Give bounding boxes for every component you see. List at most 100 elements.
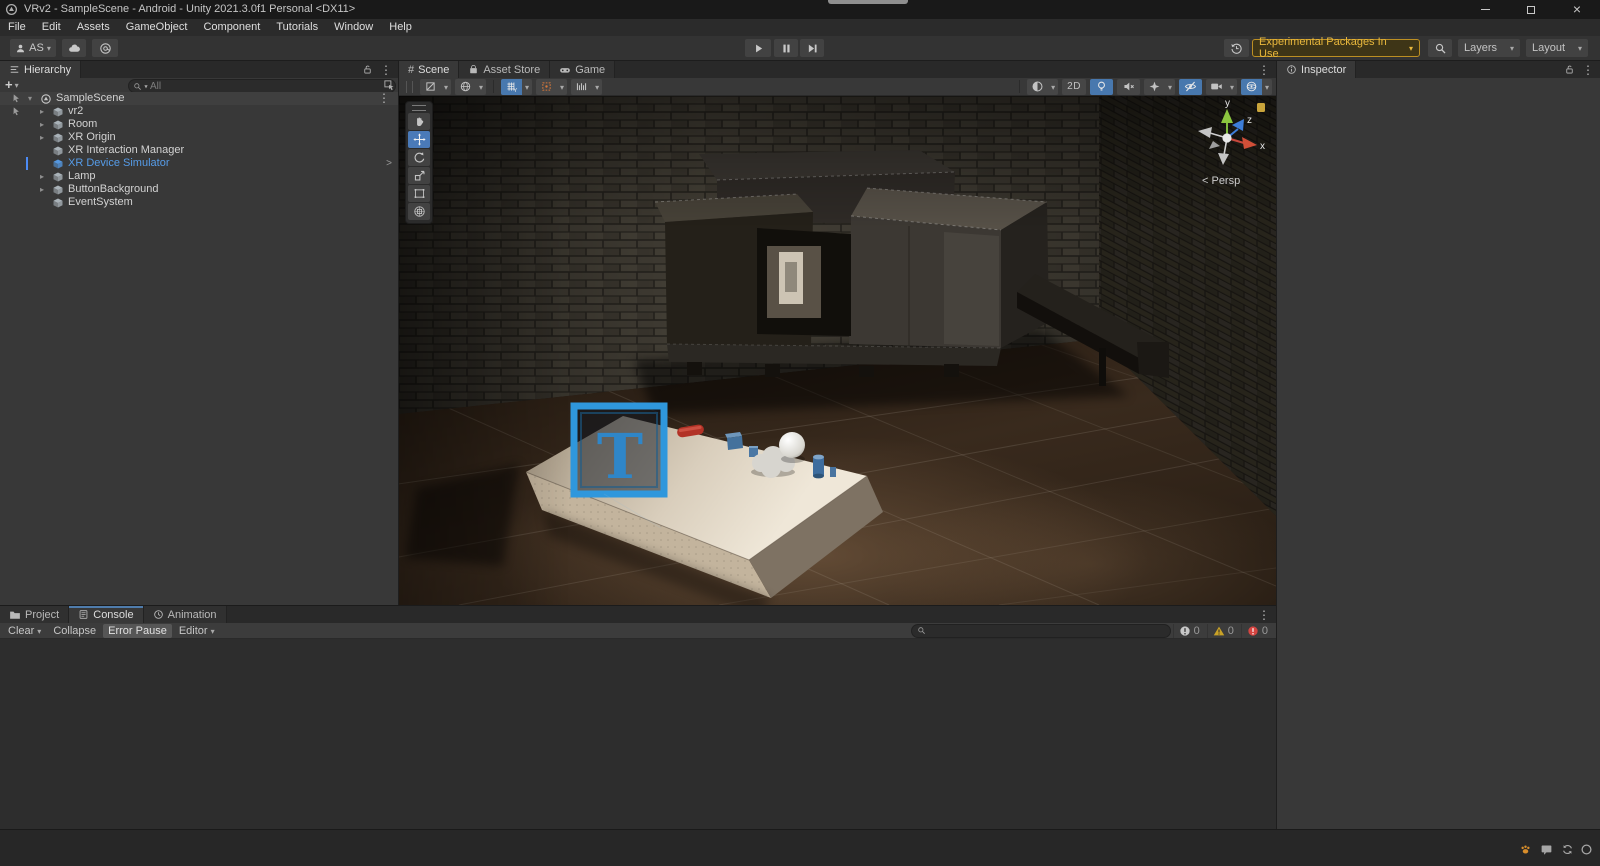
create-button[interactable] — [5, 78, 19, 92]
expand-arrow-icon[interactable] — [37, 105, 47, 118]
grid-visibility-button[interactable] — [501, 79, 532, 95]
menu-tutorials[interactable]: Tutorials — [268, 19, 326, 36]
scale-tool-button[interactable] — [408, 167, 430, 184]
search-button[interactable] — [1428, 39, 1452, 57]
undo-history-button[interactable] — [1224, 39, 1249, 57]
view-tool-button[interactable] — [408, 113, 430, 130]
hierarchy-item-vr2[interactable]: vr2 — [0, 105, 398, 118]
panel-menu-button[interactable] — [1258, 63, 1270, 77]
hierarchy-item-lamp[interactable]: Lamp — [0, 170, 398, 183]
error-pause-button[interactable]: Error Pause — [103, 624, 172, 638]
refresh-icon[interactable] — [1561, 843, 1574, 856]
expand-arrow-icon[interactable] — [25, 92, 35, 105]
paw-activity-icon[interactable] — [1519, 843, 1532, 856]
layout-dropdown[interactable]: Layout — [1526, 39, 1588, 57]
grid-icon — [505, 80, 518, 93]
console-search-input[interactable] — [929, 624, 1165, 637]
menu-component[interactable]: Component — [195, 19, 268, 36]
cloud-button[interactable] — [62, 39, 86, 57]
error-circle-icon — [1247, 625, 1259, 637]
play-button[interactable] — [745, 39, 771, 57]
hierarchy-item-eventsystem[interactable]: EventSystem — [0, 196, 398, 209]
toolbar-drag-handle[interactable] — [406, 81, 413, 93]
tab-inspector[interactable]: Inspector — [1277, 61, 1356, 78]
tab-hierarchy[interactable]: Hierarchy — [0, 61, 81, 78]
rotate-tool-button[interactable] — [408, 149, 430, 166]
projection-label[interactable]: < Persp — [1202, 175, 1240, 187]
tab-scene[interactable]: Scene — [399, 61, 459, 78]
rect-tool-button[interactable] — [408, 185, 430, 202]
grid-snap-button[interactable] — [536, 79, 567, 95]
status-circle-icon[interactable] — [1580, 843, 1593, 856]
scene-audio-button[interactable] — [1117, 79, 1140, 95]
layers-dropdown[interactable]: Layers — [1458, 39, 1520, 57]
menu-help[interactable]: Help — [381, 19, 420, 36]
scene-visibility-button[interactable] — [1179, 79, 1202, 95]
pick-cursor-icon[interactable] — [11, 93, 22, 104]
expand-arrow-icon[interactable] — [37, 131, 47, 144]
console-error-badge[interactable]: 0 — [1241, 624, 1273, 638]
clear-button[interactable]: Clear — [3, 624, 46, 638]
tools-drag-handle[interactable] — [412, 104, 426, 112]
tab-project[interactable]: Project — [0, 606, 69, 623]
tab-asset-store[interactable]: Asset Store — [459, 61, 550, 78]
expand-arrow-icon[interactable] — [37, 170, 47, 183]
console-log-area[interactable] — [0, 639, 1276, 829]
draw-mode-button[interactable] — [1027, 79, 1058, 95]
picker-icon[interactable] — [383, 79, 395, 91]
menu-file[interactable]: File — [0, 19, 34, 36]
expand-arrow-icon[interactable] — [37, 118, 47, 131]
clear-label: Clear — [8, 625, 34, 637]
step-button[interactable] — [800, 39, 824, 57]
account-dropdown[interactable]: AS — [10, 39, 56, 57]
collapse-label: Collapse — [53, 625, 96, 637]
transform-tool-button[interactable] — [408, 203, 430, 220]
hierarchy-item-xr-device-simulator[interactable]: XR Device Simulator — [0, 157, 398, 170]
lock-icon[interactable] — [1564, 64, 1575, 75]
maximize-button[interactable] — [1508, 0, 1554, 19]
tab-console[interactable]: Console — [69, 606, 143, 623]
gizmos-button[interactable] — [1241, 79, 1272, 95]
pick-cursor-icon[interactable] — [11, 106, 22, 117]
info-count: 0 — [1194, 625, 1200, 637]
console-warning-badge[interactable]: 0 — [1207, 624, 1239, 638]
scene-lighting-button[interactable] — [1090, 79, 1113, 95]
snap-increment-button[interactable] — [571, 79, 602, 95]
menu-gameobject[interactable]: GameObject — [118, 19, 196, 36]
menu-edit[interactable]: Edit — [34, 19, 69, 36]
2d-mode-button[interactable]: 2D — [1062, 79, 1086, 95]
close-button[interactable] — [1554, 0, 1600, 19]
scene-effects-button[interactable] — [1144, 79, 1175, 95]
pause-button[interactable] — [774, 39, 798, 57]
chevron-down-icon — [1230, 81, 1234, 93]
plastic-scm-button[interactable] — [92, 39, 118, 57]
move-tool-button[interactable] — [408, 131, 430, 148]
camera-settings-button[interactable] — [1206, 79, 1237, 95]
hierarchy-item-xr-interaction-manager[interactable]: XR Interaction Manager — [0, 144, 398, 157]
experimental-packages-button[interactable]: Experimental Packages In Use — [1252, 39, 1420, 57]
menu-window[interactable]: Window — [326, 19, 381, 36]
hierarchy-item-room[interactable]: Room — [0, 118, 398, 131]
tab-animation[interactable]: Animation — [144, 606, 227, 623]
hierarchy-scene-row[interactable]: SampleScene — [0, 92, 398, 105]
minimize-button[interactable] — [1462, 0, 1508, 19]
editor-dropdown[interactable]: Editor — [174, 624, 220, 638]
hierarchy-item-buttonbackground[interactable]: ButtonBackground — [0, 183, 398, 196]
tool-settings-button[interactable] — [420, 79, 451, 95]
scene-menu-button[interactable] — [378, 92, 390, 106]
handle-orientation-button[interactable] — [455, 79, 486, 95]
menu-assets[interactable]: Assets — [69, 19, 118, 36]
console-message-icon[interactable] — [1540, 843, 1553, 856]
hierarchy-item-xr-origin[interactable]: XR Origin — [0, 131, 398, 144]
panel-menu-button[interactable] — [1258, 608, 1270, 622]
panel-menu-button[interactable] — [1582, 63, 1594, 77]
panel-menu-button[interactable] — [380, 63, 392, 77]
collapse-button[interactable]: Collapse — [48, 624, 101, 638]
scene-viewport[interactable]: T — [399, 96, 1276, 605]
expand-arrow-icon[interactable] — [37, 183, 47, 196]
bottom-panel: Project Console Animation Clear Collapse… — [0, 605, 1276, 829]
hierarchy-search-input[interactable] — [150, 81, 391, 92]
console-info-badge[interactable]: 0 — [1173, 624, 1205, 638]
lock-icon[interactable] — [362, 64, 373, 75]
tab-game[interactable]: Game — [550, 61, 615, 78]
